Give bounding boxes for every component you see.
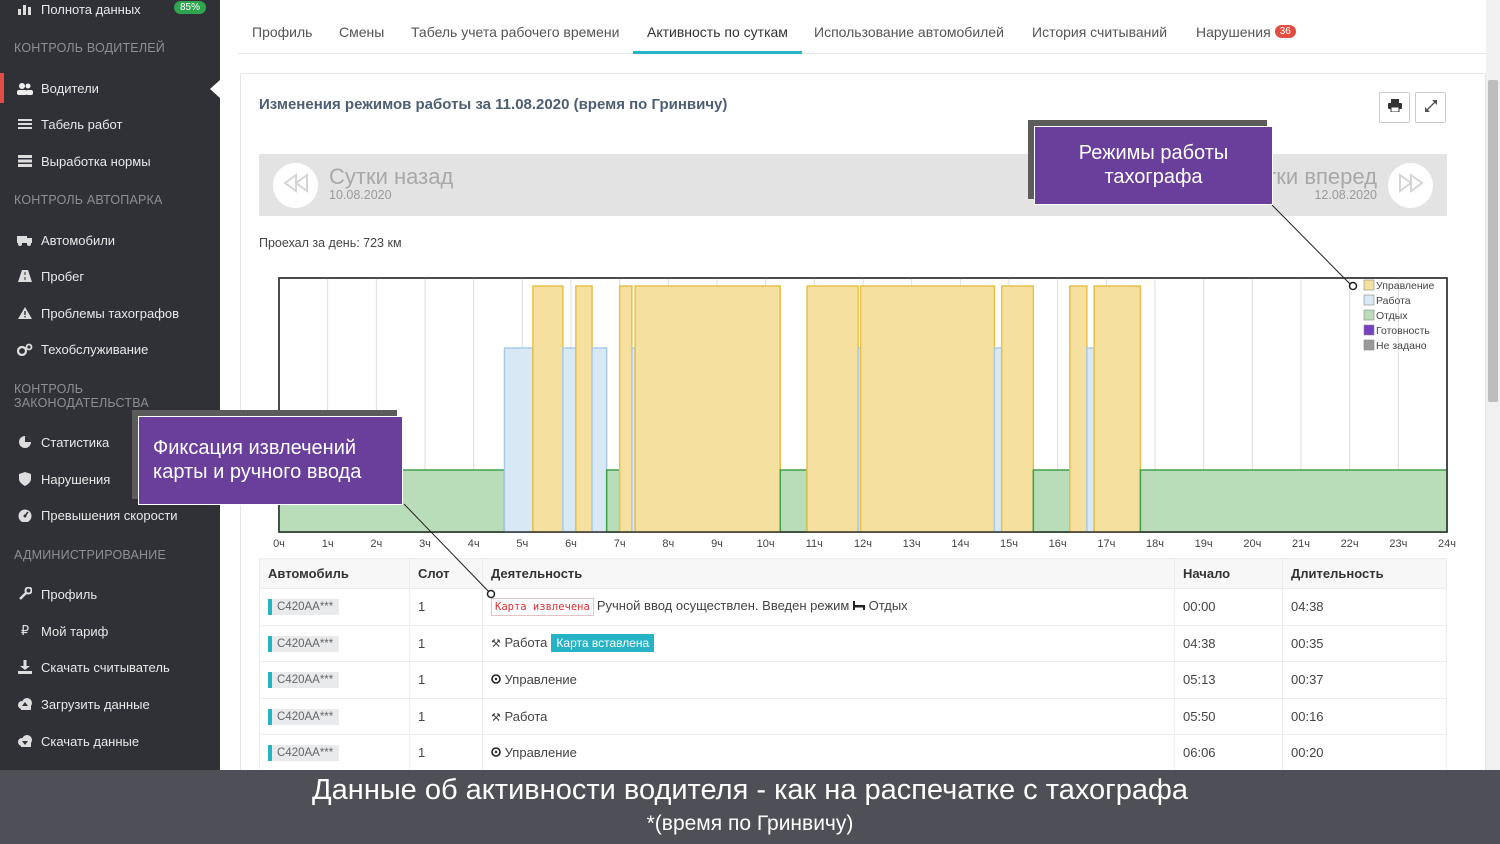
modes-callout-dot bbox=[1348, 281, 1358, 291]
modes-callout: Режимы работы тахографа bbox=[1034, 126, 1273, 205]
callout-connectors bbox=[403, 204, 1358, 599]
modes-callout-line bbox=[1271, 204, 1353, 287]
card-callout: Фиксация извлечений карты и ручного ввод… bbox=[138, 416, 403, 505]
caption-line-1: Данные об активности водителя - как на р… bbox=[312, 774, 1188, 806]
card-callout-line bbox=[403, 503, 492, 595]
card-callout-dot bbox=[486, 589, 496, 599]
caption-bar: Данные об активности водителя - как на р… bbox=[0, 770, 1500, 844]
caption-line-2: *(время по Гринвичу) bbox=[646, 812, 854, 835]
